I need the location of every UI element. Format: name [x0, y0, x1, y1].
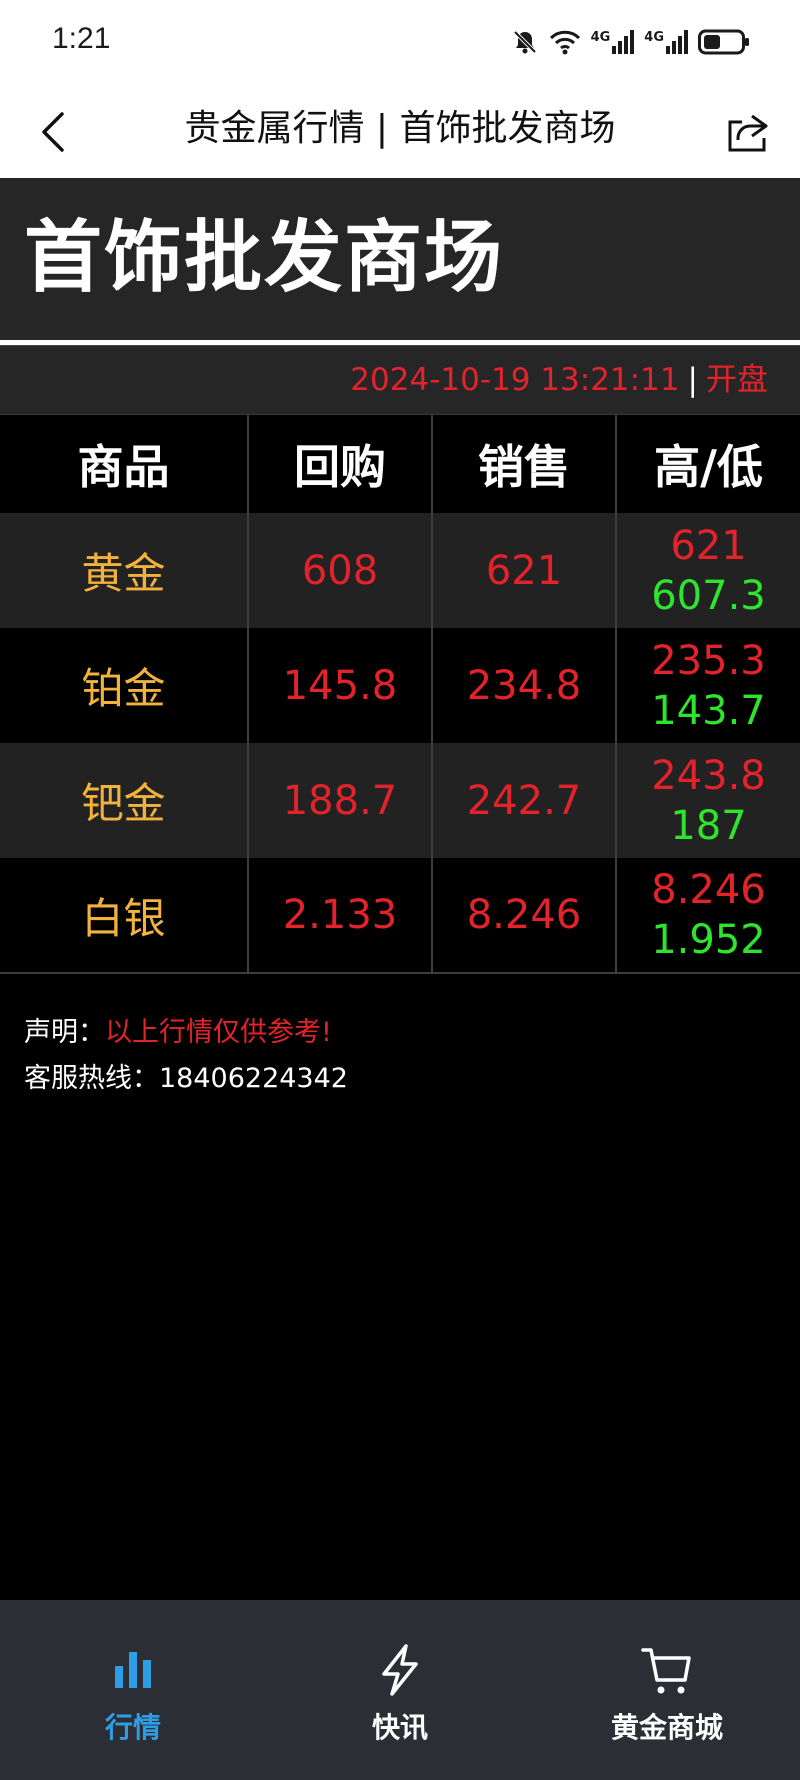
status-bar: 1:21 4G 4G [0, 0, 800, 84]
tab-label: 黄金商城 [610, 1711, 723, 1744]
low-price: 607.3 [651, 572, 766, 619]
signal-4g-2: 4G [644, 30, 688, 54]
sell-price: 8.246 [432, 858, 617, 974]
buyback-price: 145.8 [248, 628, 433, 743]
status-icons: 4G 4G [511, 26, 750, 58]
high-low-cell: 621 607.3 [616, 513, 800, 628]
high-price: 8.246 [651, 867, 766, 913]
high-low-cell: 243.8 187 [616, 743, 800, 858]
sell-price: 242.7 [432, 743, 617, 858]
hotline: 客服热线：18406224342 [24, 1056, 348, 1102]
disclaimer-text: 以上行情仅供参考! [105, 1017, 332, 1048]
signal-bars-icon [666, 30, 688, 54]
header-product: 商品 [0, 415, 249, 513]
high-price: 235.3 [651, 637, 766, 684]
product-name: 钯金 [0, 743, 249, 858]
low-price: 143.7 [651, 687, 766, 734]
notes-section: 声明：以上行情仅供参考! 客服热线：18406224342 [24, 1010, 348, 1102]
bar-chart-icon [115, 1652, 151, 1688]
product-name: 黄金 [0, 513, 249, 628]
timestamp-bar: 2024-10-19 13:21:11 | 开盘 [0, 345, 800, 416]
tab-label: 行情 [104, 1711, 161, 1744]
sell-price: 621 [432, 513, 617, 628]
table-row: 黄金 608 621 621 607.3 [0, 513, 800, 628]
hotline-number[interactable]: 18406224342 [159, 1063, 348, 1094]
header-buyback: 回购 [248, 415, 433, 513]
product-name: 铂金 [0, 628, 249, 743]
disclaimer-label: 声明： [24, 1017, 105, 1048]
tab-market[interactable]: 行情 [0, 1600, 266, 1780]
timestamp-separator: | [687, 362, 698, 398]
high-low-cell: 8.246 1.952 [616, 858, 800, 974]
header-high-low: 高/低 [654, 440, 763, 494]
network-type-label: 4G [644, 30, 664, 45]
mute-bell-icon [513, 30, 536, 54]
cart-icon [641, 1648, 691, 1694]
sell-price: 234.8 [432, 628, 617, 743]
price-table: 商品 回购 销售 高/低 黄金 608 621 621 607.3 铂金 145… [0, 415, 800, 974]
low-price: 187 [670, 802, 747, 849]
product-name: 白银 [0, 858, 249, 974]
bottom-tab-bar: 行情 快讯 黄金商城 [0, 1600, 800, 1780]
high-low-cell: 235.3 143.7 [616, 628, 800, 743]
table-row: 白银 2.133 8.246 8.246 1.952 [0, 858, 800, 974]
high-price: 243.8 [651, 752, 766, 799]
table-row: 铂金 145.8 234.8 235.3 143.7 [0, 628, 800, 743]
market-title: 首饰批发商场 [24, 213, 505, 303]
signal-4g-1: 4G [591, 30, 635, 54]
table-header-row: 商品 回购 销售 高/低 [0, 415, 800, 513]
low-price: 1.952 [651, 917, 766, 963]
hotline-label: 客服热线： [24, 1063, 159, 1094]
hero-banner: 首饰批发商场 [0, 178, 800, 340]
buyback-price: 608 [248, 513, 433, 628]
lightning-icon [382, 1644, 418, 1696]
network-type-label: 4G [590, 30, 611, 45]
table-row: 钯金 188.7 242.7 243.8 187 [0, 743, 800, 858]
disclaimer: 声明：以上行情仅供参考! [24, 1010, 348, 1056]
header-sell: 销售 [432, 415, 617, 513]
buyback-price: 188.7 [248, 743, 433, 858]
wifi-icon [549, 30, 580, 55]
high-price: 621 [670, 522, 747, 569]
nav-bar: 贵金属行情 | 首饰批发商场 [0, 84, 800, 178]
market-status: 开盘 [706, 362, 768, 398]
buyback-price: 2.133 [248, 858, 433, 974]
tab-gold-mall[interactable]: 黄金商城 [534, 1600, 800, 1780]
page-title: 贵金属行情 | 首饰批发商场 [184, 108, 616, 149]
share-icon[interactable] [724, 108, 772, 156]
battery-icon [698, 29, 749, 55]
update-datetime: 2024-10-19 13:21:11 [350, 362, 680, 398]
status-time: 1:21 [52, 22, 111, 55]
tab-news[interactable]: 快讯 [267, 1600, 533, 1780]
timestamp-row: 2024-10-19 13:21:11 | 开盘 [350, 360, 768, 400]
signal-bars-icon [612, 30, 635, 54]
tab-label: 快讯 [371, 1711, 428, 1744]
